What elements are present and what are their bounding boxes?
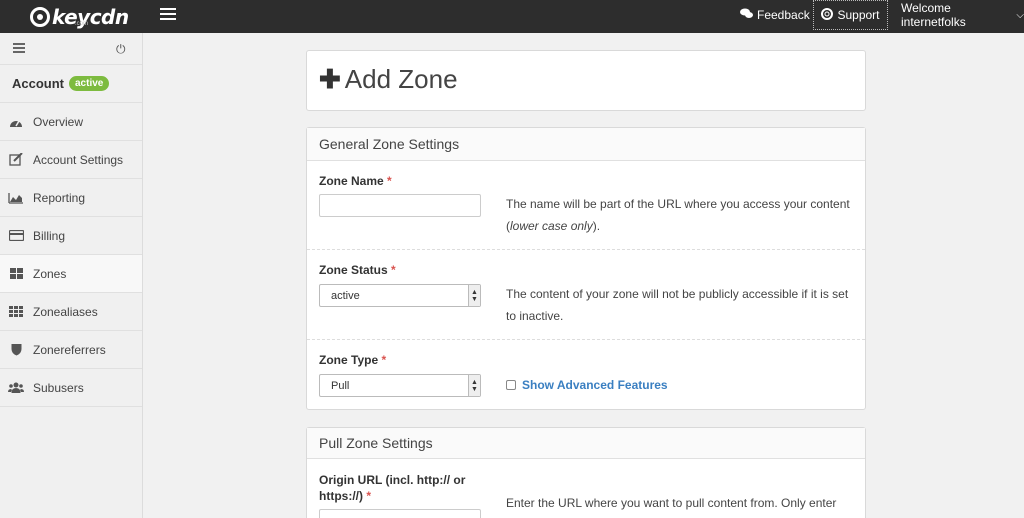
zone-name-help-emphasis: lower case only (510, 219, 593, 233)
power-icon[interactable]: ⏻ (116, 42, 126, 57)
logo-subtext: .com (75, 21, 89, 27)
sidebar-item-reporting[interactable]: Reporting (0, 179, 142, 217)
menu-toggle-icon[interactable] (160, 8, 176, 22)
panel-heading: Pull Zone Settings (307, 428, 865, 459)
select-arrow-icon: ▲ ▼ (468, 285, 480, 306)
required-asterisk: * (366, 489, 372, 503)
sidebar-item-label: Zones (33, 266, 67, 281)
page-title: ✚ Add Zone (319, 64, 458, 95)
origin-url-label-line1: Origin URL (incl. http:// or (319, 473, 466, 487)
pull-zone-settings-panel: Pull Zone Settings Origin URL (incl. htt… (306, 427, 866, 518)
shield-icon (7, 343, 25, 357)
zone-name-label-text: Zone Name (319, 174, 384, 188)
page-title-panel: ✚ Add Zone (306, 50, 866, 111)
area-chart-icon (7, 191, 25, 205)
grid-small-icon (7, 305, 25, 319)
status-badge: active (69, 76, 110, 91)
support-link[interactable]: Support (813, 0, 888, 30)
edit-icon (7, 153, 25, 167)
origin-url-input[interactable] (319, 509, 481, 518)
sidebar-item-label: Billing (33, 228, 66, 243)
sidebar-item-label: Account Settings (33, 152, 124, 167)
general-zone-settings-panel: General Zone Settings Zone Name * The na… (306, 127, 866, 410)
zone-name-help: The name will be part of the URL where y… (506, 193, 856, 237)
keycdn-logo-icon (30, 7, 50, 27)
zone-type-row: Zone Type * Pull ▲ ▼ Show Advanced Featur… (307, 340, 865, 410)
origin-url-row: Origin URL (incl. http:// or https://) *… (307, 459, 865, 518)
zone-status-label-text: Zone Status (319, 263, 388, 277)
required-asterisk: * (391, 263, 396, 277)
page-title-text: Add Zone (344, 64, 458, 94)
zone-type-label: Zone Type * (319, 353, 386, 367)
sidebar-toolbar: ⏻ (0, 33, 142, 65)
zone-status-help: The content of your zone will not be pub… (506, 287, 849, 323)
list-icon[interactable] (13, 43, 25, 55)
sidebar-item-billing[interactable]: Billing (0, 217, 142, 255)
origin-url-label: Origin URL (incl. http:// or https://) * (319, 472, 465, 504)
sidebar-item-label: Zonealiases (33, 304, 98, 319)
zone-type-value: Pull (331, 379, 350, 392)
support-label: Support (837, 8, 880, 22)
sidebar-item-label: Subusers (33, 380, 84, 395)
sidebar-item-subusers[interactable]: Subusers (0, 369, 142, 407)
sidebar-item-label: Zonereferrers (33, 342, 106, 357)
user-menu[interactable]: Welcome internetfolks ⌵ (901, 0, 1024, 30)
zone-status-label: Zone Status * (319, 263, 396, 277)
zone-status-row: Zone Status * active ▲ ▼ The content of y… (307, 250, 865, 340)
feedback-link[interactable]: Feedback (740, 0, 810, 30)
grid-large-icon (7, 267, 25, 281)
advanced-features-label: Show Advanced Features (522, 378, 668, 392)
advanced-features-checkbox[interactable] (506, 380, 516, 390)
zone-name-row: Zone Name * The name will be part of the… (307, 161, 865, 250)
logo-text: keycdn (52, 5, 129, 29)
plus-icon: ✚ (319, 64, 341, 94)
show-advanced-features-toggle[interactable]: Show Advanced Features (506, 378, 668, 392)
zone-status-select[interactable]: active ▲ ▼ (319, 284, 481, 307)
select-arrow-icon: ▲ ▼ (468, 375, 480, 396)
top-navbar: keycdn .com Feedback Support Welcome int… (0, 0, 1024, 33)
users-icon (7, 381, 25, 395)
sidebar-item-zonereferrers[interactable]: Zonereferrers (0, 331, 142, 369)
sidebar-item-zonealiases[interactable]: Zonealiases (0, 293, 142, 331)
account-label: Account (12, 76, 64, 91)
sidebar-item-overview[interactable]: Overview (0, 103, 142, 141)
zone-status-value: active (331, 289, 360, 302)
chevron-down-icon: ⌵ (1016, 9, 1024, 21)
origin-url-label-line2: https://) (319, 489, 363, 503)
panel-heading: General Zone Settings (307, 128, 865, 161)
feedback-label: Feedback (757, 8, 810, 22)
sidebar-item-account-settings[interactable]: Account Settings (0, 141, 142, 179)
credit-card-icon (7, 229, 25, 243)
sidebar-item-label: Reporting (33, 190, 86, 205)
sidebar: ⏻ Account active Overview Account Settin… (0, 33, 143, 518)
life-ring-icon (821, 7, 834, 23)
zone-type-label-text: Zone Type (319, 353, 379, 367)
required-asterisk: * (387, 174, 392, 188)
origin-url-help: Enter the URL where you want to pull con… (506, 496, 837, 510)
comments-icon (740, 8, 753, 22)
sidebar-account[interactable]: Account active (0, 65, 142, 103)
required-asterisk: * (381, 353, 387, 367)
sidebar-item-label: Overview (33, 114, 84, 129)
welcome-label: Welcome internetfolks (901, 1, 966, 29)
zone-name-help-end: ). (592, 219, 601, 233)
dashboard-icon (7, 115, 25, 129)
zone-type-select[interactable]: Pull ▲ ▼ (319, 374, 481, 397)
sidebar-item-zones[interactable]: Zones (0, 255, 142, 293)
zone-name-input[interactable] (319, 194, 481, 217)
zone-name-label: Zone Name * (319, 174, 392, 188)
